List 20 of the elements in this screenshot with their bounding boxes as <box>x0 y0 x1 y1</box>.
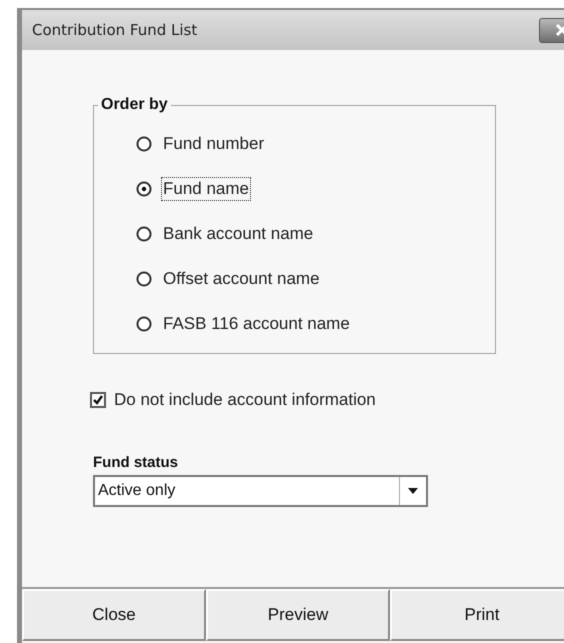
dropdown-arrow-icon <box>408 488 418 494</box>
dialog-button[interactable]: Preview <box>206 589 390 641</box>
status-dropdown[interactable]: Active only <box>93 475 428 507</box>
option-label[interactable]: Offset account name <box>161 266 322 290</box>
group-title: Order by <box>100 96 169 114</box>
window-title: Contribution Fund List <box>32 21 198 39</box>
radio-button[interactable] <box>136 226 152 242</box>
option-label[interactable]: Bank account name <box>161 222 316 246</box>
radio-button[interactable] <box>136 270 152 286</box>
dialog-button[interactable]: Close <box>22 589 206 641</box>
field-label: Fund status <box>93 454 179 471</box>
option-label[interactable]: FASB 116 account name <box>161 312 352 336</box>
checkbox[interactable] <box>90 392 106 408</box>
radio-button[interactable] <box>136 136 152 152</box>
option-label[interactable]: Fund name <box>161 176 251 200</box>
option-label[interactable]: Fund number <box>161 132 266 156</box>
dialog-button[interactable]: Print <box>390 589 564 641</box>
checkbox-label[interactable]: Do not include account information <box>114 390 376 410</box>
radio-button[interactable] <box>136 180 152 196</box>
radio-button[interactable] <box>136 316 152 332</box>
